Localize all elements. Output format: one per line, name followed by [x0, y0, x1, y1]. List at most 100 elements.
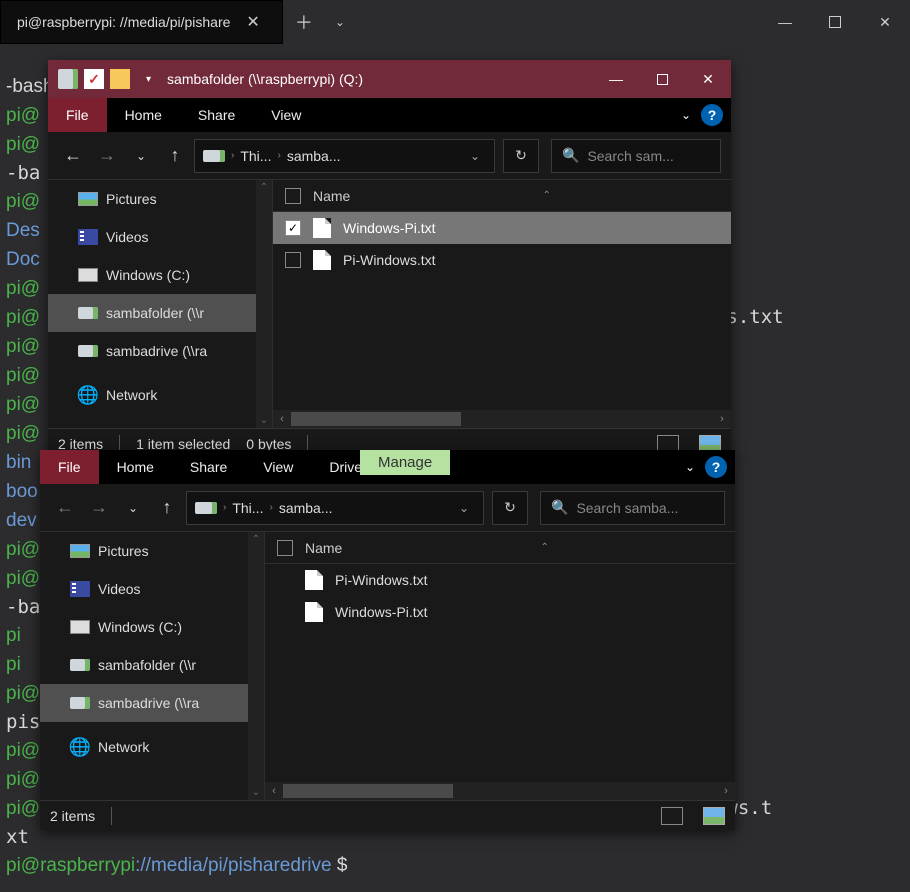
- scroll-right-icon[interactable]: ›: [717, 782, 735, 800]
- share-tab[interactable]: Share: [180, 98, 253, 132]
- sidebar-item[interactable]: Windows (C:): [40, 608, 264, 646]
- address-bar[interactable]: › Thi... › samba... ⌄: [186, 491, 484, 525]
- search-box[interactable]: 🔍 Search sam...: [551, 139, 721, 173]
- view-tab[interactable]: View: [245, 450, 311, 484]
- close-button[interactable]: ✕: [685, 60, 731, 98]
- chevron-right-icon[interactable]: ›: [277, 150, 280, 161]
- nav-pane[interactable]: Pictures VideosWindows (C:)sambafolder (\…: [40, 532, 265, 800]
- ribbon: File Home Share View ⌄ ?: [48, 98, 731, 132]
- scrollbar[interactable]: ⌃⌄: [256, 180, 272, 428]
- sidebar-item[interactable]: sambadrive (\\ra: [48, 332, 272, 370]
- sidebar-item[interactable]: Windows (C:): [48, 256, 272, 294]
- horizontal-scrollbar[interactable]: ‹ ›: [265, 782, 735, 800]
- row-checkbox[interactable]: ✓: [285, 220, 301, 236]
- tab-dropdown-icon[interactable]: ⌄: [325, 0, 355, 44]
- scroll-left-icon[interactable]: ‹: [273, 410, 291, 428]
- select-all-checkbox[interactable]: [285, 188, 301, 204]
- history-dropdown-icon[interactable]: ⌄: [118, 493, 148, 523]
- history-dropdown-icon[interactable]: ⌄: [126, 141, 156, 171]
- sidebar-item[interactable]: sambadrive (\\ra: [40, 684, 264, 722]
- chevron-right-icon[interactable]: ›: [269, 502, 272, 513]
- ribbon-collapse-icon[interactable]: ⌄: [677, 450, 703, 484]
- sidebar-item-label: sambadrive (\\ra: [98, 695, 199, 711]
- breadcrumb[interactable]: Thi...: [232, 500, 263, 516]
- address-dropdown-icon[interactable]: ⌄: [453, 501, 475, 515]
- breadcrumb[interactable]: samba...: [287, 148, 341, 164]
- check-icon[interactable]: ✓: [84, 69, 104, 89]
- file-list[interactable]: Name ⌃ ✓Windows-Pi.txt Pi-Windows.txt ‹ ›: [273, 180, 731, 428]
- up-button[interactable]: ↑: [152, 493, 182, 523]
- column-header[interactable]: Name ⌃: [273, 180, 731, 212]
- close-tab-icon[interactable]: ✕: [240, 12, 265, 32]
- home-tab[interactable]: Home: [107, 98, 180, 132]
- scrollbar[interactable]: ⌃⌄: [248, 532, 264, 800]
- file-row[interactable]: ✓Windows-Pi.txt: [273, 212, 731, 244]
- share-tab[interactable]: Share: [172, 450, 245, 484]
- horizontal-scrollbar[interactable]: ‹ ›: [273, 410, 731, 428]
- sidebar-item[interactable]: Pictures: [40, 532, 264, 570]
- file-row[interactable]: Windows-Pi.txt: [265, 596, 735, 628]
- search-icon: 🔍: [562, 147, 579, 164]
- view-tab[interactable]: View: [253, 98, 319, 132]
- sidebar-item[interactable]: 🌐Network: [40, 728, 264, 766]
- search-box[interactable]: 🔍 Search samba...: [540, 491, 725, 525]
- address-dropdown-icon[interactable]: ⌄: [464, 149, 486, 163]
- minimize-button[interactable]: —: [760, 0, 810, 44]
- forward-button[interactable]: →: [92, 141, 122, 171]
- select-all-checkbox[interactable]: [277, 540, 293, 556]
- file-menu[interactable]: File: [40, 450, 99, 484]
- minimize-button[interactable]: —: [593, 60, 639, 98]
- help-icon[interactable]: ?: [705, 456, 727, 478]
- address-bar[interactable]: › Thi... › samba... ⌄: [194, 139, 495, 173]
- sidebar-item[interactable]: sambafolder (\\r: [48, 294, 272, 332]
- up-button[interactable]: ↑: [160, 141, 190, 171]
- qat-icons: ✓: [48, 69, 140, 89]
- file-name: Pi-Windows.txt: [343, 252, 436, 268]
- scroll-left-icon[interactable]: ‹: [265, 782, 283, 800]
- ribbon-collapse-icon[interactable]: ⌄: [673, 98, 699, 132]
- home-tab[interactable]: Home: [99, 450, 172, 484]
- column-name[interactable]: Name: [305, 540, 342, 556]
- file-row[interactable]: Pi-Windows.txt: [273, 244, 731, 276]
- back-button[interactable]: ←: [50, 493, 80, 523]
- sidebar-item[interactable]: 🌐Network: [48, 376, 272, 414]
- terminal-tab[interactable]: pi@raspberrypi: //media/pi/pishare ✕: [0, 0, 283, 44]
- details-view-button[interactable]: [661, 807, 683, 825]
- row-checkbox[interactable]: [285, 252, 301, 268]
- breadcrumb[interactable]: Thi...: [240, 148, 271, 164]
- nav-toolbar: ← → ⌄ ↑ › Thi... › samba... ⌄ ↻ 🔍 Search…: [48, 132, 731, 180]
- sidebar-item[interactable]: Videos: [48, 218, 272, 256]
- column-name[interactable]: Name: [313, 188, 350, 204]
- sidebar-item[interactable]: Pictures: [48, 180, 272, 218]
- sidebar-item[interactable]: sambafolder (\\r: [40, 646, 264, 684]
- qat-dropdown-icon[interactable]: ▾: [140, 74, 157, 85]
- folder-icon[interactable]: [110, 69, 130, 89]
- prompt-user: pi@raspberrypi: [6, 855, 135, 876]
- titlebar[interactable]: ✓ ▾ sambafolder (\\raspberrypi) (Q:) — ✕: [48, 60, 731, 98]
- breadcrumb[interactable]: samba...: [279, 500, 333, 516]
- nav-pane[interactable]: PicturesVideosWindows (C:)sambafolder (\…: [48, 180, 273, 428]
- new-tab-button[interactable]: ＋: [283, 0, 325, 44]
- refresh-button[interactable]: ↻: [492, 491, 528, 525]
- manage-tab-chip[interactable]: Manage: [360, 450, 450, 475]
- thumbnails-view-button[interactable]: [703, 807, 725, 825]
- file-row[interactable]: Pi-Windows.txt: [265, 564, 735, 596]
- refresh-button[interactable]: ↻: [503, 139, 539, 173]
- maximize-button[interactable]: [810, 0, 860, 44]
- column-header[interactable]: Name ⌃: [265, 532, 735, 564]
- chevron-right-icon[interactable]: ›: [223, 502, 226, 513]
- sidebar-item[interactable]: Videos: [40, 570, 264, 608]
- chevron-right-icon[interactable]: ›: [231, 150, 234, 161]
- back-button[interactable]: ←: [58, 141, 88, 171]
- file-list[interactable]: Name ⌃ Pi-Windows.txtWindows-Pi.txt ‹ ›: [265, 532, 735, 800]
- forward-button[interactable]: →: [84, 493, 114, 523]
- maximize-button[interactable]: [639, 60, 685, 98]
- help-icon[interactable]: ?: [701, 104, 723, 126]
- scroll-right-icon[interactable]: ›: [713, 410, 731, 428]
- sidebar-item-label: Pictures: [98, 543, 149, 559]
- sidebar-item-label: sambadrive (\\ra: [106, 343, 207, 359]
- file-menu[interactable]: File: [48, 98, 107, 132]
- scroll-thumb[interactable]: [283, 784, 453, 798]
- scroll-thumb[interactable]: [291, 412, 461, 426]
- close-button[interactable]: ✕: [860, 0, 910, 44]
